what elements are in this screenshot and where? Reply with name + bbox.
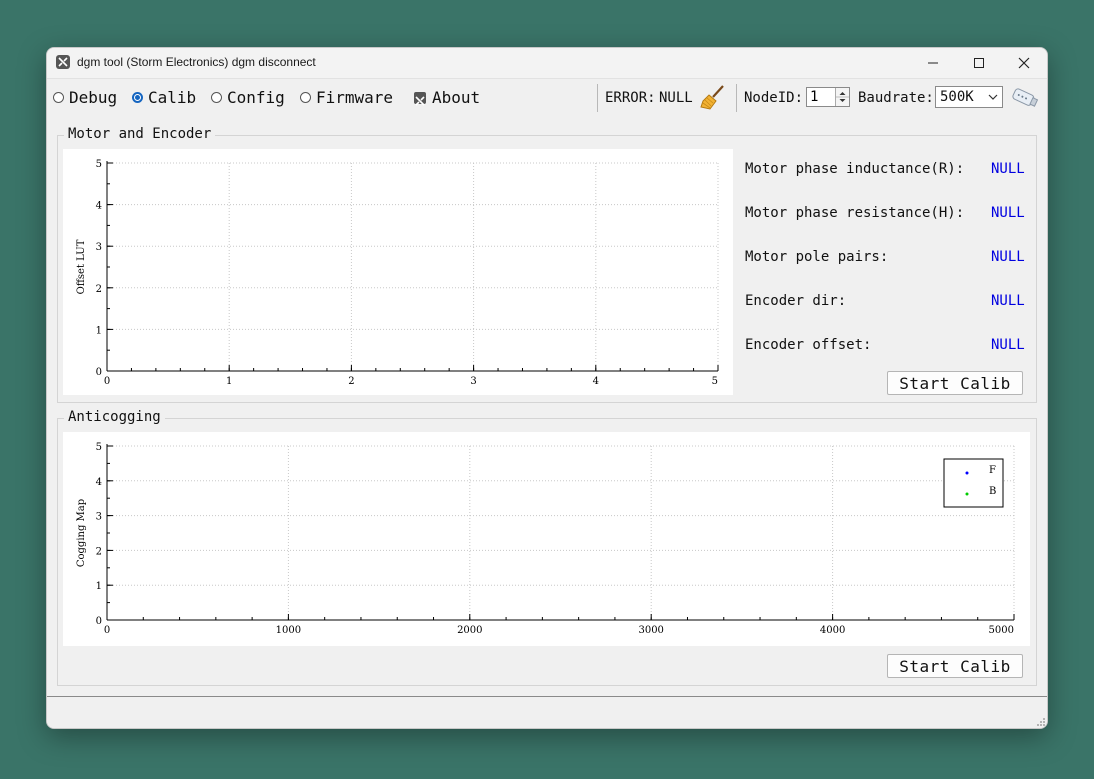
motor-resistance-value: NULL bbox=[991, 205, 1025, 221]
x-tick-label: 4 bbox=[593, 376, 599, 387]
baudrate-select[interactable]: 500K bbox=[935, 86, 1003, 108]
nodeid-stepper[interactable] bbox=[835, 88, 849, 106]
y-tick-label: 1 bbox=[96, 581, 102, 592]
x-tick-label: 5000 bbox=[989, 625, 1014, 636]
about-icon bbox=[414, 91, 426, 106]
nodeid-value[interactable]: 1 bbox=[810, 89, 818, 105]
radio-button-unchecked[interactable] bbox=[211, 92, 222, 103]
x-tick-label: 0 bbox=[104, 625, 110, 636]
radio-button-unchecked[interactable] bbox=[300, 92, 311, 103]
anticogging-title: Anticogging bbox=[64, 409, 165, 425]
usb-adapter-icon[interactable] bbox=[1009, 85, 1039, 115]
y-tick-label: 5 bbox=[96, 159, 102, 170]
error-value: NULL bbox=[659, 90, 693, 106]
encoder-offset-value: NULL bbox=[991, 337, 1025, 353]
toolbar: Debug Calib Config Firmware About ERROR:… bbox=[47, 79, 1047, 117]
minimize-button[interactable] bbox=[910, 48, 956, 78]
x-tick-label: 0 bbox=[104, 376, 110, 387]
y-axis-label: Cogging Map bbox=[76, 499, 87, 567]
motor-resistance-label: Motor phase resistance(H): bbox=[745, 205, 965, 221]
motor-pole-pairs-value: NULL bbox=[991, 249, 1025, 265]
broom-icon[interactable] bbox=[699, 83, 727, 115]
encoder-offset-label: Encoder offset: bbox=[745, 337, 872, 353]
resize-grip-icon[interactable] bbox=[1036, 717, 1046, 727]
legend-label-f: F bbox=[989, 465, 996, 476]
motor-inductance-label: Motor phase inductance(R): bbox=[745, 161, 965, 177]
y-tick-label: 4 bbox=[96, 201, 102, 212]
y-axis-label: Offset LUT bbox=[76, 239, 87, 294]
y-tick-label: 3 bbox=[96, 242, 102, 253]
y-tick-label: 2 bbox=[96, 546, 102, 557]
minimize-icon bbox=[928, 62, 938, 64]
start-calib-anticogging-button[interactable]: Start Calib bbox=[887, 654, 1023, 678]
about-label: About bbox=[432, 88, 481, 107]
motor-encoder-title: Motor and Encoder bbox=[64, 126, 216, 142]
x-tick-label: 2 bbox=[348, 376, 354, 387]
legend-label-b: B bbox=[989, 486, 996, 497]
maximize-icon bbox=[974, 58, 984, 68]
motor-pole-pairs-label: Motor pole pairs: bbox=[745, 249, 889, 265]
cogging-map-chart: 0 1000 2000 3000 4000 5000 0 1 2 3 4 5 Cogging Map FB bbox=[76, 442, 1015, 636]
chevron-down-icon bbox=[988, 94, 998, 100]
y-tick-label: 1 bbox=[96, 325, 102, 336]
x-tick-label: 4000 bbox=[820, 625, 845, 636]
y-tick-label: 5 bbox=[96, 442, 102, 453]
status-bar bbox=[47, 696, 1047, 728]
x-tick-label: 1 bbox=[226, 376, 232, 387]
motor-inductance-value: NULL bbox=[991, 161, 1025, 177]
offset-lut-plot: 0 1 2 3 4 5 0 1 2 3 4 5 Offset LUT bbox=[63, 149, 733, 395]
mode-debug-label: Debug bbox=[69, 88, 118, 107]
baudrate-value: 500K bbox=[940, 89, 974, 105]
mode-calib-label: Calib bbox=[148, 88, 197, 107]
legend-marker-f bbox=[965, 471, 969, 475]
mode-calib-radio[interactable]: Calib bbox=[132, 88, 196, 107]
mode-firmware-radio[interactable]: Firmware bbox=[300, 88, 393, 107]
encoder-dir-value: NULL bbox=[991, 293, 1025, 309]
radio-button-checked[interactable] bbox=[132, 92, 143, 103]
main-window: dgm tool (Storm Electronics) dgm disconn… bbox=[46, 47, 1048, 729]
tool-icon bbox=[56, 55, 70, 69]
nodeid-label: NodeID: bbox=[744, 90, 804, 106]
mode-firmware-label: Firmware bbox=[316, 88, 394, 107]
start-calib-motor-button[interactable]: Start Calib bbox=[887, 371, 1023, 395]
offset-lut-chart: 0 1 2 3 4 5 0 1 2 3 4 5 Offset LUT bbox=[76, 159, 719, 387]
encoder-dir-label: Encoder dir: bbox=[745, 293, 847, 309]
y-tick-label: 0 bbox=[96, 616, 102, 627]
mode-config-radio[interactable]: Config bbox=[211, 88, 285, 107]
close-button[interactable] bbox=[1001, 48, 1047, 78]
maximize-button[interactable] bbox=[956, 48, 1002, 78]
legend-marker-b bbox=[965, 492, 969, 496]
nodeid-spinbox[interactable]: 1 bbox=[806, 87, 850, 107]
x-tick-label: 3 bbox=[470, 376, 476, 387]
about-button[interactable]: About bbox=[414, 88, 480, 107]
y-tick-label: 0 bbox=[96, 367, 102, 378]
window-title: dgm tool (Storm Electronics) dgm disconn… bbox=[77, 55, 316, 69]
error-label: ERROR: bbox=[605, 90, 656, 106]
x-tick-label: 3000 bbox=[638, 625, 663, 636]
mode-debug-radio[interactable]: Debug bbox=[53, 88, 117, 107]
title-bar[interactable]: dgm tool (Storm Electronics) dgm disconn… bbox=[47, 48, 1047, 79]
y-tick-label: 4 bbox=[96, 477, 102, 488]
y-tick-label: 3 bbox=[96, 512, 102, 523]
close-icon bbox=[1018, 57, 1030, 69]
toolbar-separator bbox=[597, 84, 598, 112]
toolbar-separator bbox=[736, 84, 737, 112]
x-tick-label: 5 bbox=[712, 376, 718, 387]
cogging-map-plot: 0 1000 2000 3000 4000 5000 0 1 2 3 4 5 Cogging Map F B bbox=[63, 432, 1030, 646]
radio-button-unchecked[interactable] bbox=[53, 92, 64, 103]
x-tick-label: 1000 bbox=[276, 625, 301, 636]
y-tick-label: 2 bbox=[96, 284, 102, 295]
mode-config-label: Config bbox=[227, 88, 285, 107]
baudrate-label: Baudrate: bbox=[858, 90, 934, 106]
x-tick-label: 2000 bbox=[457, 625, 482, 636]
